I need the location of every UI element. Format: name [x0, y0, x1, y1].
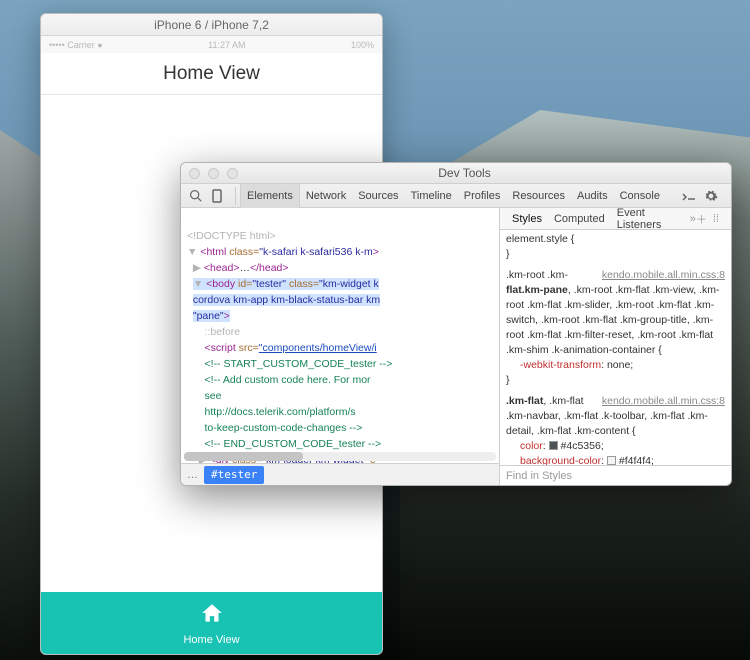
color-swatch-icon[interactable]: [549, 441, 558, 450]
drawer-toggle-icon[interactable]: [681, 188, 697, 204]
find-in-styles-input[interactable]: Find in Styles: [500, 465, 731, 485]
dom-horizontal-scrollbar[interactable]: [184, 452, 496, 461]
styles-panel: Styles Computed Event Listeners » ＋ ⁞⁞ e…: [500, 208, 731, 485]
stylesheet-link[interactable]: kendo.mobile.all.min.css:8: [602, 268, 725, 283]
devtools-toolbar: Elements Network Sources Timeline Profil…: [181, 184, 731, 208]
tabstrip-home[interactable]: Home View: [41, 592, 382, 654]
traffic-light-close[interactable]: [189, 168, 200, 179]
devtools-titlebar[interactable]: Dev Tools: [181, 163, 731, 184]
tab-timeline[interactable]: Timeline: [405, 184, 458, 208]
breadcrumb-selected[interactable]: #tester: [204, 466, 264, 484]
tab-profiles[interactable]: Profiles: [458, 184, 507, 208]
tab-console[interactable]: Console: [614, 184, 666, 208]
styles-tab-event-listeners[interactable]: Event Listeners: [611, 208, 690, 231]
inspect-icon[interactable]: [187, 188, 203, 204]
styles-rules-list[interactable]: element.style { } kendo.mobile.all.min.c…: [500, 230, 731, 465]
color-swatch-icon[interactable]: [607, 456, 616, 465]
tabstrip-home-label: Home View: [183, 634, 239, 646]
traffic-light-minimize[interactable]: [208, 168, 219, 179]
styles-tab-computed[interactable]: Computed: [548, 213, 611, 225]
breadcrumb-bar: … #tester: [181, 463, 499, 485]
stylesheet-link[interactable]: kendo.mobile.all.min.css:8: [602, 394, 725, 409]
toggle-element-state-icon[interactable]: ⁞⁞: [713, 213, 719, 225]
styles-tabs: Styles Computed Event Listeners » ＋ ⁞⁞: [500, 208, 731, 230]
home-icon: [199, 601, 225, 632]
status-battery: 100%: [351, 40, 374, 50]
scrollbar-thumb[interactable]: [184, 452, 303, 461]
simulator-titlebar[interactable]: iPhone 6 / iPhone 7,2: [41, 14, 382, 36]
rule-km-flat-colors: kendo.mobile.all.min.css:8 .km-flat, .km…: [506, 394, 725, 465]
tab-resources[interactable]: Resources: [506, 184, 571, 208]
devtools-window: Dev Tools Elements Network Sources Timel…: [180, 162, 732, 486]
styles-tab-styles[interactable]: Styles: [506, 213, 548, 225]
ios-status-bar: ••••• Carrier ● 11:27 AM 100%: [41, 36, 382, 53]
devtools-title: Dev Tools: [238, 166, 731, 180]
rule-km-root: kendo.mobile.all.min.css:8 .km-root .km-…: [506, 268, 725, 388]
tab-audits[interactable]: Audits: [571, 184, 614, 208]
device-mode-icon[interactable]: [209, 188, 225, 204]
rule-element-style: element.style { }: [506, 232, 725, 262]
settings-gear-icon[interactable]: [703, 188, 719, 204]
dom-tree-panel[interactable]: <!DOCTYPE html> ▼ <html class="k-safari …: [181, 208, 500, 485]
toolbar-separator: [235, 187, 236, 205]
new-style-rule-icon[interactable]: ＋: [696, 211, 707, 227]
tab-network[interactable]: Network: [300, 184, 352, 208]
status-time: 11:27 AM: [208, 40, 245, 50]
status-carrier: ••••• Carrier ●: [49, 40, 103, 50]
tab-sources[interactable]: Sources: [352, 184, 404, 208]
app-navbar-title: Home View: [41, 53, 382, 95]
tab-elements[interactable]: Elements: [240, 184, 300, 208]
breadcrumb-overflow[interactable]: …: [187, 467, 198, 483]
traffic-light-zoom[interactable]: [227, 168, 238, 179]
